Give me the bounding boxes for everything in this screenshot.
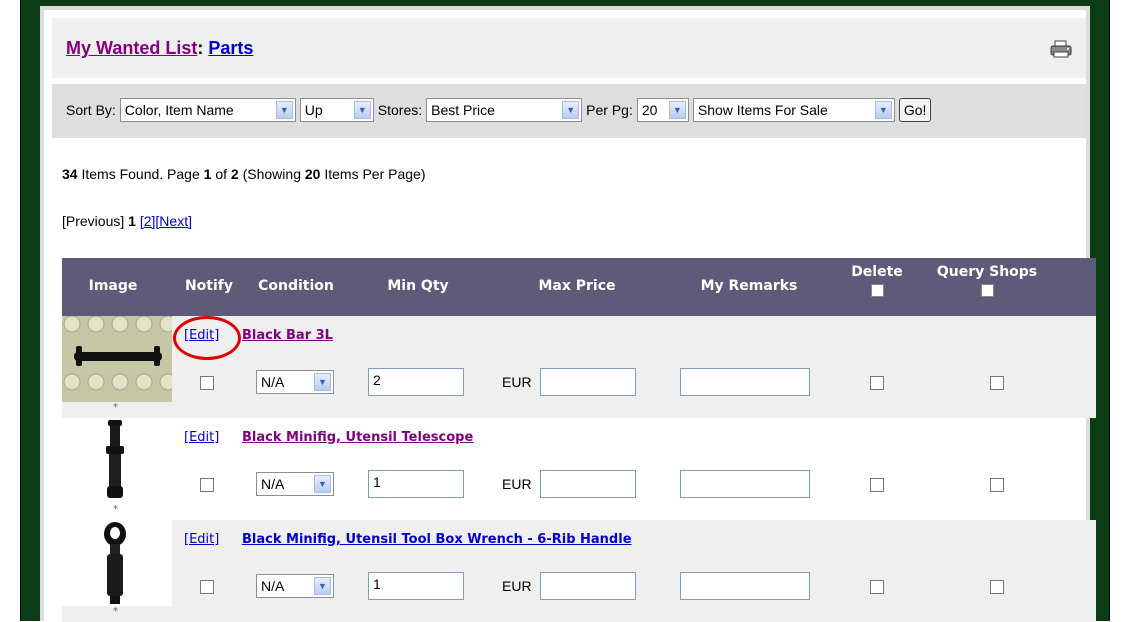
items-per-page: 20 (304, 166, 321, 182)
query-all-checkbox[interactable] (980, 284, 994, 297)
chevron-down-icon: ▼ (314, 373, 331, 391)
chevron-down-icon: ▼ (562, 101, 580, 119)
table-row: * [Edit] Black Minifig, Utensil Tool Box… (62, 520, 1096, 622)
title-separator: : (197, 38, 204, 58)
col-image: Image (88, 278, 138, 294)
query-shops-checkbox[interactable] (990, 478, 1004, 492)
direction-value: Up (304, 102, 323, 118)
chevron-down-icon: ▼ (314, 577, 331, 595)
chevron-down-icon: ▼ (668, 101, 686, 119)
total-pages: 2 (230, 166, 239, 182)
summary-text: (Showing (238, 166, 305, 182)
parts-link[interactable]: Parts (208, 38, 253, 58)
pagination: [Previous] 1 [2][Next] (62, 213, 192, 229)
item-name-link[interactable]: Black Bar 3L (242, 328, 333, 343)
col-delete: Delete (842, 264, 912, 297)
condition-value: N/A (261, 578, 285, 594)
page-2-link[interactable]: [2] (140, 213, 156, 229)
edit-link-text[interactable]: [Edit] (184, 430, 219, 445)
col-delete-label: Delete (851, 264, 903, 280)
col-query-shops: Query Shops (932, 264, 1042, 297)
stores-select[interactable]: Best Price ▼ (426, 98, 583, 122)
current-page-number: 1 (128, 213, 136, 229)
image-marker: * (113, 402, 118, 413)
item-name-link[interactable]: Black Minifig, Utensil Tool Box Wrench -… (242, 532, 632, 547)
chevron-down-icon: ▼ (874, 101, 892, 119)
filter-value: Show Items For Sale (697, 102, 828, 118)
condition-select[interactable]: N/A ▼ (256, 472, 334, 496)
col-my-remarks: My Remarks (700, 278, 798, 294)
sort-by-value: Color, Item Name (124, 102, 234, 118)
max-price-input[interactable] (540, 368, 636, 396)
remarks-input[interactable] (680, 572, 810, 600)
image-marker: * (113, 504, 118, 515)
remarks-input[interactable] (680, 470, 810, 498)
notify-checkbox[interactable] (200, 376, 214, 390)
condition-select[interactable]: N/A ▼ (256, 370, 334, 394)
result-count: 34 (62, 166, 78, 182)
part-image-telescope[interactable] (62, 418, 172, 504)
edit-link[interactable]: [Edit] (184, 532, 219, 547)
item-name-link[interactable]: Black Minifig, Utensil Telescope (242, 430, 473, 445)
table-row: * [Edit] Black Minifig, Utensil Telescop… (62, 418, 1096, 520)
image-marker: * (113, 606, 118, 617)
wanted-list-link[interactable]: My Wanted List (66, 38, 197, 58)
chevron-down-icon: ▼ (275, 101, 293, 119)
summary-text: of (211, 166, 231, 182)
edit-link-text[interactable]: [Edit] (184, 532, 219, 547)
previous-label: [Previous] (62, 213, 125, 229)
query-shops-checkbox[interactable] (990, 376, 1004, 390)
sort-toolbar: Sort By: Color, Item Name ▼ Up ▼ Stores:… (52, 84, 1086, 138)
query-shops-checkbox[interactable] (990, 580, 1004, 594)
stores-value: Best Price (431, 102, 495, 118)
col-condition: Condition (258, 278, 334, 294)
go-button[interactable]: Go! (898, 98, 932, 122)
results-summary: 34 Items Found. Page 1 of 2 (Showing 20 … (62, 166, 426, 182)
title-bar: My Wanted List: Parts (52, 18, 1086, 78)
remarks-input[interactable] (680, 368, 810, 396)
summary-text: Items Per Page) (320, 166, 426, 182)
min-qty-input[interactable]: 1 (368, 572, 464, 600)
delete-checkbox[interactable] (870, 580, 884, 594)
notify-checkbox[interactable] (200, 478, 214, 492)
table-header: Image Notify Condition Min Qty Max Price… (62, 258, 1096, 316)
col-max-price: Max Price (538, 278, 616, 294)
min-qty-input[interactable]: 1 (368, 470, 464, 498)
currency-label: EUR (502, 374, 532, 390)
condition-value: N/A (261, 374, 285, 390)
edit-link[interactable]: [Edit] (184, 430, 219, 445)
currency-label: EUR (502, 476, 532, 492)
min-qty-input[interactable]: 2 (368, 368, 464, 396)
chevron-down-icon: ▼ (353, 101, 371, 119)
notify-checkbox[interactable] (200, 580, 214, 594)
sort-by-label: Sort By: (66, 102, 116, 118)
delete-all-checkbox[interactable] (870, 284, 884, 297)
part-image-wrench[interactable] (62, 520, 172, 606)
direction-select[interactable]: Up ▼ (299, 98, 374, 122)
col-min-qty: Min Qty (387, 278, 449, 294)
part-image-bar-3l[interactable] (62, 316, 172, 402)
page-title: My Wanted List: Parts (66, 38, 253, 59)
max-price-input[interactable] (540, 572, 636, 600)
per-page-select[interactable]: 20 ▼ (636, 98, 689, 122)
summary-text: Items Found. Page (77, 166, 204, 182)
condition-select[interactable]: N/A ▼ (256, 574, 334, 598)
per-page-label: Per Pg: (586, 102, 633, 118)
condition-value: N/A (261, 476, 285, 492)
highlight-circle-annotation (173, 316, 241, 360)
delete-checkbox[interactable] (870, 376, 884, 390)
stores-label: Stores: (377, 102, 423, 118)
currency-label: EUR (502, 578, 532, 594)
per-page-value: 20 (641, 102, 658, 118)
col-notify: Notify (184, 278, 234, 294)
printer-icon[interactable] (1050, 40, 1072, 58)
col-query-shops-label: Query Shops (936, 264, 1038, 280)
sort-by-select[interactable]: Color, Item Name ▼ (119, 98, 296, 122)
chevron-down-icon: ▼ (314, 475, 331, 493)
filter-select[interactable]: Show Items For Sale ▼ (692, 98, 895, 122)
max-price-input[interactable] (540, 470, 636, 498)
delete-checkbox[interactable] (870, 478, 884, 492)
next-link[interactable]: [Next] (155, 213, 192, 229)
